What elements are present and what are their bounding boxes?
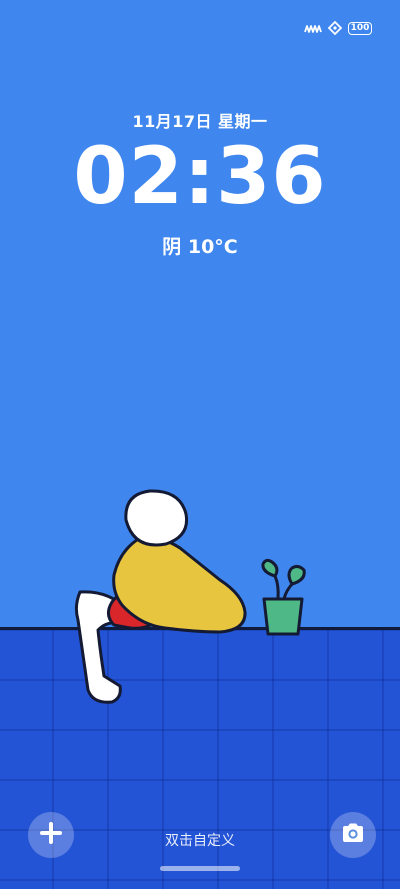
signal-icon bbox=[304, 22, 322, 34]
battery-indicator: 100 bbox=[348, 21, 372, 35]
plant-leaf bbox=[287, 564, 306, 586]
plant-leaf bbox=[261, 558, 279, 578]
wifi-icon bbox=[328, 21, 342, 35]
wallpaper-illustration bbox=[74, 489, 306, 704]
camera-icon bbox=[340, 822, 366, 848]
weather-info: 阴 10°C bbox=[162, 236, 238, 258]
plant-pot bbox=[262, 597, 304, 636]
camera-button[interactable] bbox=[330, 812, 376, 858]
figure-head bbox=[124, 489, 189, 547]
status-bar: 100 bbox=[304, 18, 372, 38]
lockscreen-time: 02:36 bbox=[73, 132, 327, 222]
lockscreen-date: 11月17日 星期一 bbox=[132, 112, 268, 131]
home-indicator[interactable] bbox=[160, 866, 240, 871]
